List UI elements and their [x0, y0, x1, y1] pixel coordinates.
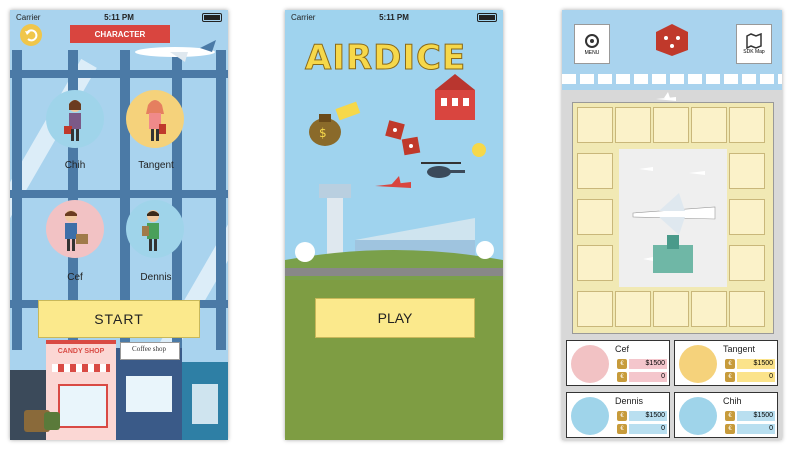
chih-avatar-icon — [64, 100, 81, 141]
player-extra: 0 — [629, 372, 667, 382]
airport-scene — [285, 184, 503, 280]
character-cef[interactable] — [46, 200, 104, 258]
shop-window — [126, 376, 172, 412]
board-tile[interactable] — [691, 291, 727, 327]
player-extra: 0 — [629, 424, 667, 434]
board-screen: MENU SDK Map Cef € $1500 € 0 Tangent € $… — [562, 10, 782, 440]
coin-icon: € — [617, 372, 627, 382]
coin-icon: € — [617, 411, 627, 421]
shop-building — [182, 362, 228, 440]
board-tile[interactable] — [729, 199, 765, 235]
cef-avatar-icon — [65, 210, 88, 251]
tangent-avatar-icon — [146, 100, 166, 141]
player-name: Chih — [723, 396, 742, 406]
status-bar: Carrier 5:11 PM — [10, 10, 228, 24]
clock: 5:11 PM — [104, 12, 134, 22]
player-name: Cef — [615, 344, 630, 354]
menu-button[interactable]: MENU — [574, 24, 610, 64]
board-tile[interactable] — [653, 107, 689, 143]
board-tile[interactable] — [729, 153, 765, 189]
board-header: MENU SDK Map — [562, 10, 782, 90]
character-name: Cef — [67, 272, 83, 283]
character-chih[interactable] — [46, 90, 104, 148]
gear-icon — [585, 34, 599, 48]
money-bag-icon: $ — [309, 101, 361, 146]
board-tile[interactable] — [577, 199, 613, 235]
character-name: Tangent — [138, 160, 174, 171]
board-tile[interactable] — [615, 291, 651, 327]
board-tile[interactable] — [729, 245, 765, 281]
airplane-icon — [135, 40, 216, 62]
avatar — [679, 397, 717, 435]
dennis-avatar-icon — [142, 210, 159, 251]
player-money: $1500 — [629, 359, 667, 369]
battery-icon — [477, 12, 497, 22]
window-frame — [10, 70, 228, 78]
board-tile[interactable] — [577, 291, 613, 327]
board-tile[interactable] — [577, 245, 613, 281]
cloud-row — [562, 74, 782, 84]
menu-label: MENU — [584, 50, 600, 56]
undo-icon — [25, 29, 38, 42]
coin-icon: € — [725, 411, 735, 421]
title-screen: Carrier 5:11 PM AIRDICE $ PLAY — [285, 10, 503, 440]
board-tile[interactable] — [729, 107, 765, 143]
board-tile[interactable] — [653, 291, 689, 327]
player-card-tangent[interactable]: Tangent € $1500 € 0 — [674, 340, 778, 386]
player-card-chih[interactable]: Chih € $1500 € 0 — [674, 392, 778, 438]
luggage-icon — [44, 412, 60, 430]
board-tile[interactable] — [615, 107, 651, 143]
candy-shop-sign: CANDY SHOP — [57, 348, 105, 355]
board-tile[interactable] — [691, 107, 727, 143]
status-bar: Carrier 5:11 PM — [285, 10, 503, 24]
coin-icon: € — [725, 372, 735, 382]
avatar — [571, 345, 609, 383]
player-money: $1500 — [629, 411, 667, 421]
window-frame — [10, 190, 228, 198]
board-tile[interactable] — [729, 291, 765, 327]
sun-icon — [472, 143, 486, 157]
awning — [52, 364, 110, 372]
dice-icon — [385, 120, 421, 156]
dice-icon[interactable] — [654, 22, 690, 58]
back-button[interactable] — [20, 24, 42, 46]
coin-icon: € — [725, 359, 735, 369]
player-money: $1500 — [737, 411, 775, 421]
airport-center-icon — [632, 167, 716, 273]
board-tile[interactable] — [577, 107, 613, 143]
coin-icon: € — [725, 424, 735, 434]
building-icon — [435, 74, 475, 120]
character-screen: Carrier 5:11 PM CHARACTER Chih Tangent C… — [10, 10, 228, 440]
player-card-cef[interactable]: Cef € $1500 € 0 — [566, 340, 670, 386]
board-tile[interactable] — [577, 153, 613, 189]
board-center — [619, 149, 727, 287]
player-card-dennis[interactable]: Dennis € $1500 € 0 — [566, 392, 670, 438]
coffee-shop-sign: Coffee shop — [132, 345, 166, 353]
game-board — [572, 102, 774, 334]
sdk-map-button[interactable]: SDK Map — [736, 24, 772, 64]
map-icon — [746, 33, 762, 49]
character-name: Chih — [64, 160, 86, 171]
svg-text:$: $ — [319, 126, 327, 140]
avatar — [679, 345, 717, 383]
player-name: Tangent — [723, 344, 756, 354]
character-tangent[interactable] — [126, 90, 184, 148]
player-name: Dennis — [615, 396, 644, 406]
player-extra: 0 — [737, 424, 775, 434]
start-button[interactable]: START — [38, 300, 200, 338]
player-extra: 0 — [737, 372, 775, 382]
sdk-map-label: SDK Map — [743, 49, 765, 55]
avatar — [571, 397, 609, 435]
coin-icon: € — [617, 424, 627, 434]
coin-icon: € — [617, 359, 627, 369]
shop-door — [192, 384, 218, 424]
character-name: Dennis — [140, 272, 172, 283]
coffee-shop: Coffee shop — [116, 342, 182, 440]
play-button[interactable]: PLAY — [315, 298, 475, 338]
battery-icon — [202, 12, 222, 22]
player-money: $1500 — [737, 359, 775, 369]
clock: 5:11 PM — [379, 12, 409, 22]
shop-window — [58, 384, 108, 428]
character-dennis[interactable] — [126, 200, 184, 258]
